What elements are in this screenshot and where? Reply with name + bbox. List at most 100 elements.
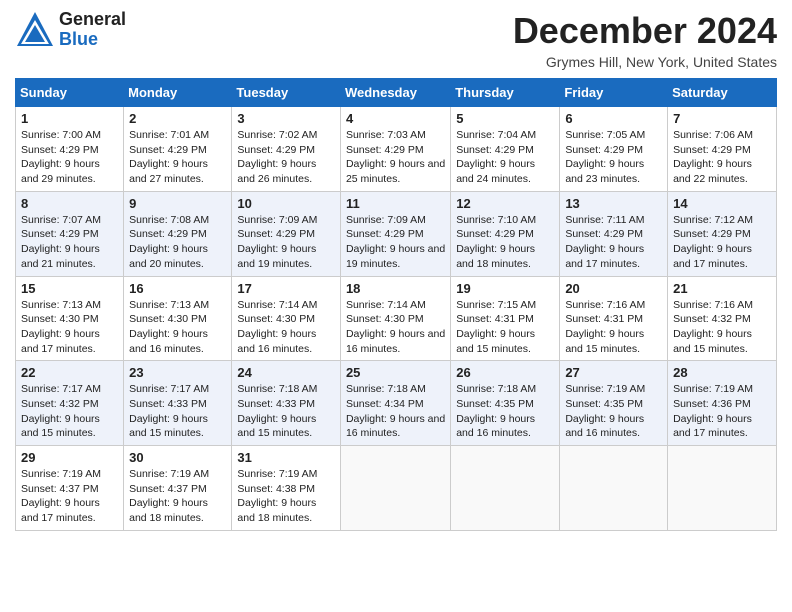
day-info: Sunrise: 7:18 AMSunset: 4:34 PMDaylight:… <box>346 383 445 439</box>
header-friday: Friday <box>560 79 668 107</box>
day-number: 9 <box>129 196 226 211</box>
day-info: Sunrise: 7:14 AMSunset: 4:30 PMDaylight:… <box>346 299 445 355</box>
table-row: 17 Sunrise: 7:14 AMSunset: 4:30 PMDaylig… <box>232 276 341 361</box>
table-row: 25 Sunrise: 7:18 AMSunset: 4:34 PMDaylig… <box>340 361 450 446</box>
day-info: Sunrise: 7:09 AMSunset: 4:29 PMDaylight:… <box>346 214 445 270</box>
table-row: 7 Sunrise: 7:06 AMSunset: 4:29 PMDayligh… <box>668 107 777 192</box>
table-row: 24 Sunrise: 7:18 AMSunset: 4:33 PMDaylig… <box>232 361 341 446</box>
table-row: 28 Sunrise: 7:19 AMSunset: 4:36 PMDaylig… <box>668 361 777 446</box>
day-info: Sunrise: 7:15 AMSunset: 4:31 PMDaylight:… <box>456 299 536 355</box>
table-row: 19 Sunrise: 7:15 AMSunset: 4:31 PMDaylig… <box>451 276 560 361</box>
day-info: Sunrise: 7:06 AMSunset: 4:29 PMDaylight:… <box>673 129 753 185</box>
table-row: 13 Sunrise: 7:11 AMSunset: 4:29 PMDaylig… <box>560 191 668 276</box>
day-number: 10 <box>237 196 335 211</box>
day-number: 15 <box>21 281 118 296</box>
day-number: 26 <box>456 365 554 380</box>
table-row: 11 Sunrise: 7:09 AMSunset: 4:29 PMDaylig… <box>340 191 450 276</box>
table-row: 5 Sunrise: 7:04 AMSunset: 4:29 PMDayligh… <box>451 107 560 192</box>
day-number: 1 <box>21 111 118 126</box>
day-number: 22 <box>21 365 118 380</box>
table-row: 21 Sunrise: 7:16 AMSunset: 4:32 PMDaylig… <box>668 276 777 361</box>
table-row: 26 Sunrise: 7:18 AMSunset: 4:35 PMDaylig… <box>451 361 560 446</box>
day-number: 21 <box>673 281 771 296</box>
calendar-header-row: Sunday Monday Tuesday Wednesday Thursday… <box>16 79 777 107</box>
table-row: 31 Sunrise: 7:19 AMSunset: 4:38 PMDaylig… <box>232 446 341 531</box>
day-number: 30 <box>129 450 226 465</box>
day-number: 14 <box>673 196 771 211</box>
day-info: Sunrise: 7:19 AMSunset: 4:35 PMDaylight:… <box>565 383 645 439</box>
day-info: Sunrise: 7:16 AMSunset: 4:32 PMDaylight:… <box>673 299 753 355</box>
day-info: Sunrise: 7:11 AMSunset: 4:29 PMDaylight:… <box>565 214 644 270</box>
table-row: 9 Sunrise: 7:08 AMSunset: 4:29 PMDayligh… <box>124 191 232 276</box>
location-title: Grymes Hill, New York, United States <box>513 54 777 70</box>
day-info: Sunrise: 7:03 AMSunset: 4:29 PMDaylight:… <box>346 129 445 185</box>
table-row: 4 Sunrise: 7:03 AMSunset: 4:29 PMDayligh… <box>340 107 450 192</box>
table-row <box>560 446 668 531</box>
header-saturday: Saturday <box>668 79 777 107</box>
table-row <box>340 446 450 531</box>
day-number: 17 <box>237 281 335 296</box>
table-row: 14 Sunrise: 7:12 AMSunset: 4:29 PMDaylig… <box>668 191 777 276</box>
table-row: 18 Sunrise: 7:14 AMSunset: 4:30 PMDaylig… <box>340 276 450 361</box>
day-number: 8 <box>21 196 118 211</box>
table-row: 23 Sunrise: 7:17 AMSunset: 4:33 PMDaylig… <box>124 361 232 446</box>
table-row <box>451 446 560 531</box>
table-row: 12 Sunrise: 7:10 AMSunset: 4:29 PMDaylig… <box>451 191 560 276</box>
table-row: 15 Sunrise: 7:13 AMSunset: 4:30 PMDaylig… <box>16 276 124 361</box>
day-info: Sunrise: 7:13 AMSunset: 4:30 PMDaylight:… <box>129 299 209 355</box>
title-area: December 2024 Grymes Hill, New York, Uni… <box>513 10 777 70</box>
day-info: Sunrise: 7:19 AMSunset: 4:37 PMDaylight:… <box>21 468 101 524</box>
day-info: Sunrise: 7:13 AMSunset: 4:30 PMDaylight:… <box>21 299 101 355</box>
day-info: Sunrise: 7:04 AMSunset: 4:29 PMDaylight:… <box>456 129 536 185</box>
day-number: 5 <box>456 111 554 126</box>
day-info: Sunrise: 7:17 AMSunset: 4:33 PMDaylight:… <box>129 383 209 439</box>
table-row: 8 Sunrise: 7:07 AMSunset: 4:29 PMDayligh… <box>16 191 124 276</box>
table-row: 27 Sunrise: 7:19 AMSunset: 4:35 PMDaylig… <box>560 361 668 446</box>
day-number: 24 <box>237 365 335 380</box>
day-number: 20 <box>565 281 662 296</box>
day-info: Sunrise: 7:10 AMSunset: 4:29 PMDaylight:… <box>456 214 536 270</box>
day-number: 29 <box>21 450 118 465</box>
day-number: 13 <box>565 196 662 211</box>
day-number: 25 <box>346 365 445 380</box>
day-info: Sunrise: 7:17 AMSunset: 4:32 PMDaylight:… <box>21 383 101 439</box>
day-number: 31 <box>237 450 335 465</box>
day-info: Sunrise: 7:19 AMSunset: 4:36 PMDaylight:… <box>673 383 753 439</box>
day-number: 6 <box>565 111 662 126</box>
day-number: 3 <box>237 111 335 126</box>
day-info: Sunrise: 7:00 AMSunset: 4:29 PMDaylight:… <box>21 129 101 185</box>
header-sunday: Sunday <box>16 79 124 107</box>
table-row: 16 Sunrise: 7:13 AMSunset: 4:30 PMDaylig… <box>124 276 232 361</box>
logo-general-text: General <box>59 9 126 29</box>
day-number: 27 <box>565 365 662 380</box>
day-info: Sunrise: 7:16 AMSunset: 4:31 PMDaylight:… <box>565 299 645 355</box>
day-number: 16 <box>129 281 226 296</box>
day-info: Sunrise: 7:19 AMSunset: 4:37 PMDaylight:… <box>129 468 209 524</box>
header-wednesday: Wednesday <box>340 79 450 107</box>
day-number: 2 <box>129 111 226 126</box>
day-number: 11 <box>346 196 445 211</box>
table-row: 2 Sunrise: 7:01 AMSunset: 4:29 PMDayligh… <box>124 107 232 192</box>
day-number: 28 <box>673 365 771 380</box>
day-info: Sunrise: 7:12 AMSunset: 4:29 PMDaylight:… <box>673 214 753 270</box>
table-row: 3 Sunrise: 7:02 AMSunset: 4:29 PMDayligh… <box>232 107 341 192</box>
day-number: 12 <box>456 196 554 211</box>
day-info: Sunrise: 7:08 AMSunset: 4:29 PMDaylight:… <box>129 214 209 270</box>
header-tuesday: Tuesday <box>232 79 341 107</box>
table-row: 6 Sunrise: 7:05 AMSunset: 4:29 PMDayligh… <box>560 107 668 192</box>
table-row: 29 Sunrise: 7:19 AMSunset: 4:37 PMDaylig… <box>16 446 124 531</box>
table-row: 30 Sunrise: 7:19 AMSunset: 4:37 PMDaylig… <box>124 446 232 531</box>
day-info: Sunrise: 7:19 AMSunset: 4:38 PMDaylight:… <box>237 468 317 524</box>
table-row <box>668 446 777 531</box>
day-info: Sunrise: 7:07 AMSunset: 4:29 PMDaylight:… <box>21 214 101 270</box>
month-title: December 2024 <box>513 10 777 52</box>
header-thursday: Thursday <box>451 79 560 107</box>
table-row: 10 Sunrise: 7:09 AMSunset: 4:29 PMDaylig… <box>232 191 341 276</box>
day-number: 7 <box>673 111 771 126</box>
calendar: Sunday Monday Tuesday Wednesday Thursday… <box>15 78 777 531</box>
header-monday: Monday <box>124 79 232 107</box>
day-number: 18 <box>346 281 445 296</box>
day-number: 19 <box>456 281 554 296</box>
day-info: Sunrise: 7:18 AMSunset: 4:33 PMDaylight:… <box>237 383 317 439</box>
logo: General Blue <box>15 10 126 50</box>
